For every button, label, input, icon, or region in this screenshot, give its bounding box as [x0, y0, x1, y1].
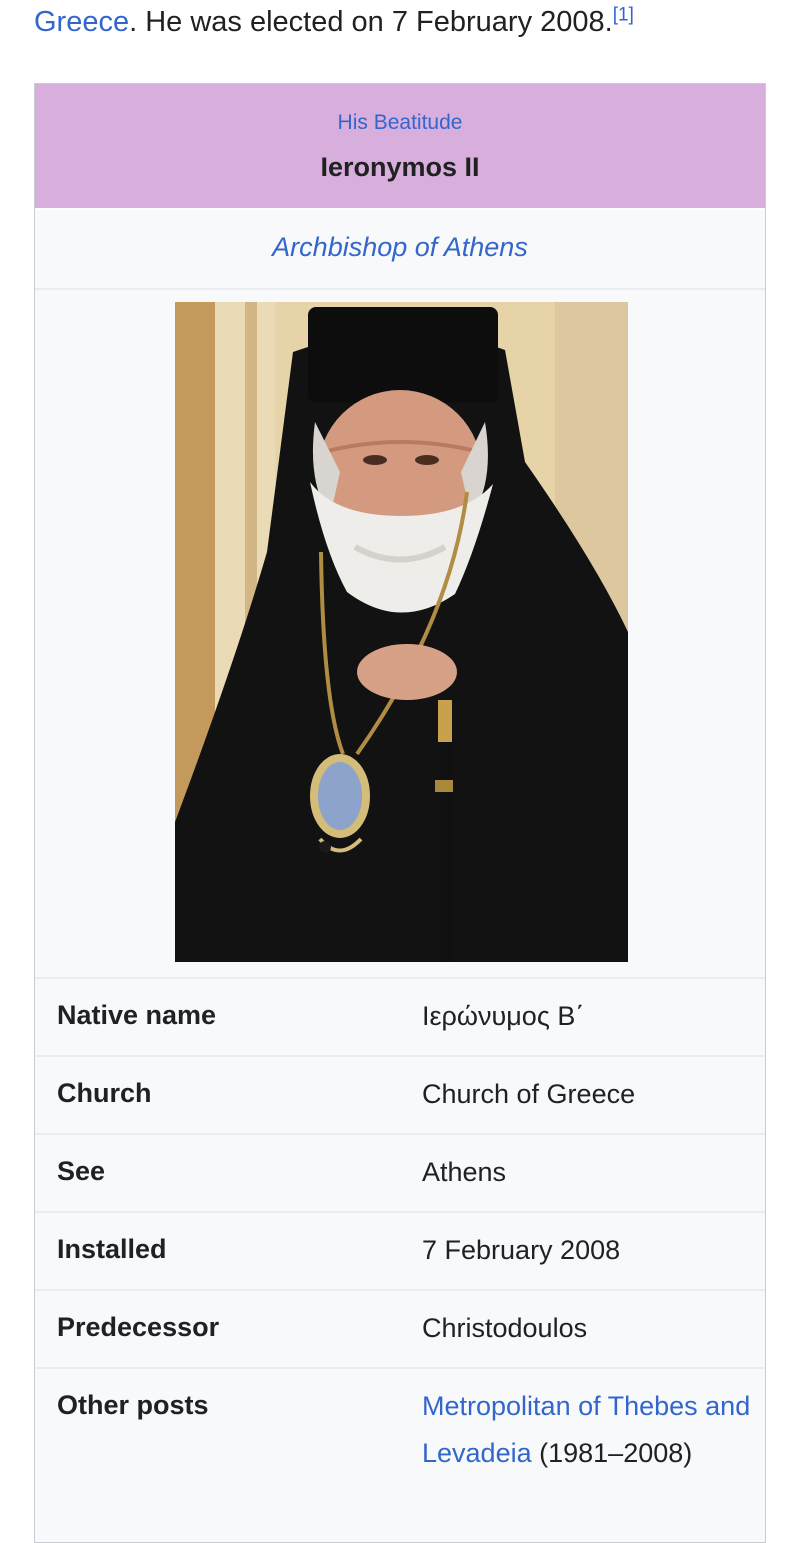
church-label: Church: [57, 1078, 152, 1108]
intro-sentence: . He was elected on 7 February 2008.: [129, 6, 613, 38]
row-other-posts: Other posts Metropolitan of Thebes and L…: [35, 1367, 765, 1537]
infobox: His Beatitude Ieronymos II Archbishop of…: [34, 83, 766, 1543]
installed-label: Installed: [57, 1234, 167, 1264]
archbishop-of-athens-link[interactable]: Archbishop of Athens: [272, 232, 528, 263]
intro-text: Greece. He was elected on 7 February 200…: [34, 0, 634, 44]
predecessor-label: Predecessor: [57, 1312, 220, 1342]
footnote-link[interactable]: [1]: [613, 4, 634, 25]
other-posts-years: (1981–2008): [539, 1438, 693, 1468]
other-posts-label: Other posts: [57, 1390, 209, 1420]
honorific-link[interactable]: His Beatitude: [35, 111, 765, 135]
row-native-name: Native name Ιερώνυμος Β΄: [35, 977, 765, 1055]
see-label: See: [57, 1156, 106, 1186]
predecessor-link[interactable]: Christodoulos: [422, 1305, 752, 1352]
infobox-rows: Native name Ιερώνυμος Β΄ Church Church o…: [35, 977, 765, 1537]
installed-value: 7 February 2008: [422, 1235, 621, 1265]
native-name-value: Ιερώνυμος Β΄: [422, 1001, 585, 1031]
row-church: Church Church of Greece: [35, 1055, 765, 1133]
greece-link[interactable]: Greece: [34, 6, 129, 38]
other-posts-value: Metropolitan of Thebes and Levadeia (198…: [422, 1383, 752, 1477]
church-link[interactable]: Church of Greece: [422, 1071, 752, 1118]
native-name-label: Native name: [57, 1000, 217, 1030]
row-predecessor: Predecessor Christodoulos: [35, 1289, 765, 1367]
row-installed: Installed 7 February 2008: [35, 1211, 765, 1289]
portrait-image[interactable]: [175, 302, 628, 962]
infobox-title: His Beatitude Ieronymos II: [35, 84, 765, 208]
row-see: See Athens: [35, 1133, 765, 1211]
see-link[interactable]: Athens: [422, 1149, 752, 1196]
portrait-drawing: [175, 302, 628, 962]
person-name: Ieronymos II: [320, 152, 480, 182]
see-title-row: Archbishop of Athens: [35, 208, 765, 290]
